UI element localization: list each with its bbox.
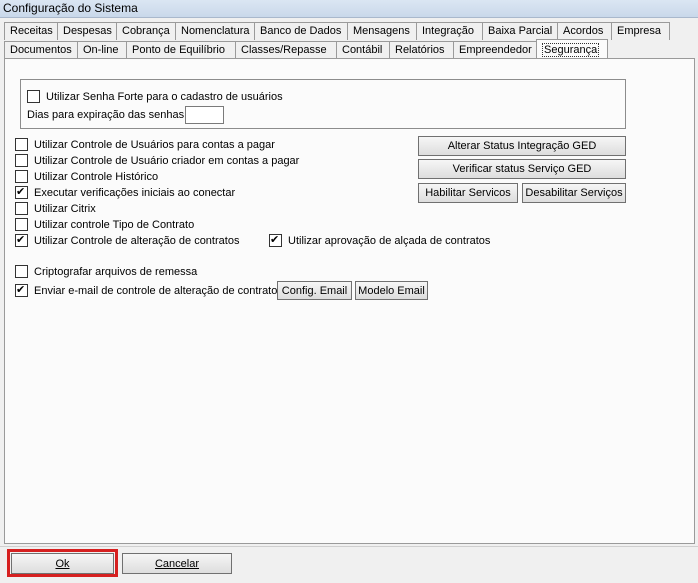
option-alteracao-contratos[interactable]: Utilizar Controle de alteração de contra… (15, 233, 240, 247)
tab-acordos[interactable]: Acordos (557, 22, 612, 40)
option-citrix[interactable]: Utilizar Citrix (15, 202, 96, 215)
tab-empresa[interactable]: Empresa (611, 22, 670, 40)
option-usuarios-contas-pagar[interactable]: Utilizar Controle de Usuários para conta… (15, 138, 275, 151)
window-title: Configuração do Sistema (3, 1, 138, 15)
alter-status-ged-button[interactable]: Alterar Status Integração GED (418, 136, 626, 156)
option-controle-historico[interactable]: Utilizar Controle Histórico (15, 170, 158, 183)
config-email-button[interactable]: Config. Email (277, 281, 352, 300)
strong-password-label: Utilizar Senha Forte para o cadastro de … (46, 90, 283, 103)
tab-seguranca[interactable]: Segurança (536, 39, 608, 59)
tab-ponto-de-equilibrio[interactable]: Ponto de Equilíbrio (126, 41, 236, 59)
approval-checkbox[interactable]: Utilizar aprovação de alçada de contrato… (269, 233, 491, 247)
encrypt-checkbox[interactable]: Criptografar arquivos de remessa (15, 265, 197, 278)
checkbox-box-checked (15, 185, 28, 199)
option-usuario-criador[interactable]: Utilizar Controle de Usuário criador em … (15, 154, 299, 167)
option-label: Utilizar Citrix (34, 202, 96, 215)
checkbox-box (15, 170, 28, 183)
checkbox-box (15, 138, 28, 151)
enable-services-button[interactable]: Habilitar Servicos (418, 183, 518, 203)
encrypt-label: Criptografar arquivos de remessa (34, 265, 198, 278)
option-label: Executar verificações iniciais ao conect… (34, 186, 236, 199)
checkbox-box (27, 90, 40, 103)
tab-banco-de-dados[interactable]: Banco de Dados (254, 22, 348, 40)
option-verificacoes-iniciais[interactable]: Executar verificações iniciais ao conect… (15, 185, 236, 199)
title-bar: Configuração do Sistema (0, 0, 698, 18)
tab-integracao[interactable]: Integração (416, 22, 483, 40)
tab-cobranca[interactable]: Cobrança (116, 22, 176, 40)
tab-seguranca-label: Segurança (542, 43, 600, 57)
tab-online[interactable]: On-line (77, 41, 127, 59)
verify-status-ged-button[interactable]: Verificar status Serviço GED (418, 159, 626, 179)
tab-empreendedor[interactable]: Empreendedor (453, 41, 537, 59)
tab-contabil[interactable]: Contábil (336, 41, 390, 59)
expiry-days-input[interactable] (185, 106, 224, 124)
model-email-button[interactable]: Modelo Email (355, 281, 428, 300)
approval-label: Utilizar aprovação de alçada de contrato… (288, 234, 491, 247)
checkbox-box (15, 154, 28, 167)
security-panel (4, 58, 695, 544)
expiry-label: Dias para expiração das senhas: (27, 109, 188, 121)
password-group (20, 79, 626, 129)
checkbox-box (15, 202, 28, 215)
tab-mensagens[interactable]: Mensagens (347, 22, 417, 40)
option-label: Utilizar Controle Histórico (34, 170, 159, 183)
ok-highlight-box (7, 549, 118, 577)
option-label: Utilizar Controle de Usuário criador em … (34, 154, 300, 167)
strong-password-checkbox[interactable]: Utilizar Senha Forte para o cadastro de … (27, 90, 283, 103)
checkbox-box (15, 218, 28, 231)
disable-services-button[interactable]: Desabilitar Serviços (522, 183, 626, 203)
option-label: Utilizar controle Tipo de Contrato (34, 218, 195, 231)
email-control-checkbox[interactable]: Enviar e-mail de controle de alteração d… (15, 283, 283, 297)
tab-baixa-parcial[interactable]: Baixa Parcial (482, 22, 558, 40)
email-control-label: Enviar e-mail de controle de alteração d… (34, 284, 283, 297)
tab-despesas[interactable]: Despesas (57, 22, 117, 40)
tab-documentos[interactable]: Documentos (4, 41, 78, 59)
cancel-label: Cancelar (154, 557, 200, 570)
option-tipo-contrato[interactable]: Utilizar controle Tipo de Contrato (15, 218, 194, 231)
checkbox-box (15, 265, 28, 278)
tab-relatorios[interactable]: Relatórios (389, 41, 454, 59)
checkbox-box-checked (15, 283, 28, 297)
option-label: Utilizar Controle de Usuários para conta… (34, 138, 275, 151)
checkbox-box-checked (15, 233, 28, 247)
option-label: Utilizar Controle de alteração de contra… (34, 234, 240, 247)
tab-classes-repasse[interactable]: Classes/Repasse (235, 41, 337, 59)
tab-receitas[interactable]: Receitas (4, 22, 58, 40)
checkbox-box-checked (269, 233, 282, 247)
tab-nomenclatura[interactable]: Nomenclatura (175, 22, 255, 40)
cancel-button[interactable]: Cancelar (122, 553, 232, 574)
